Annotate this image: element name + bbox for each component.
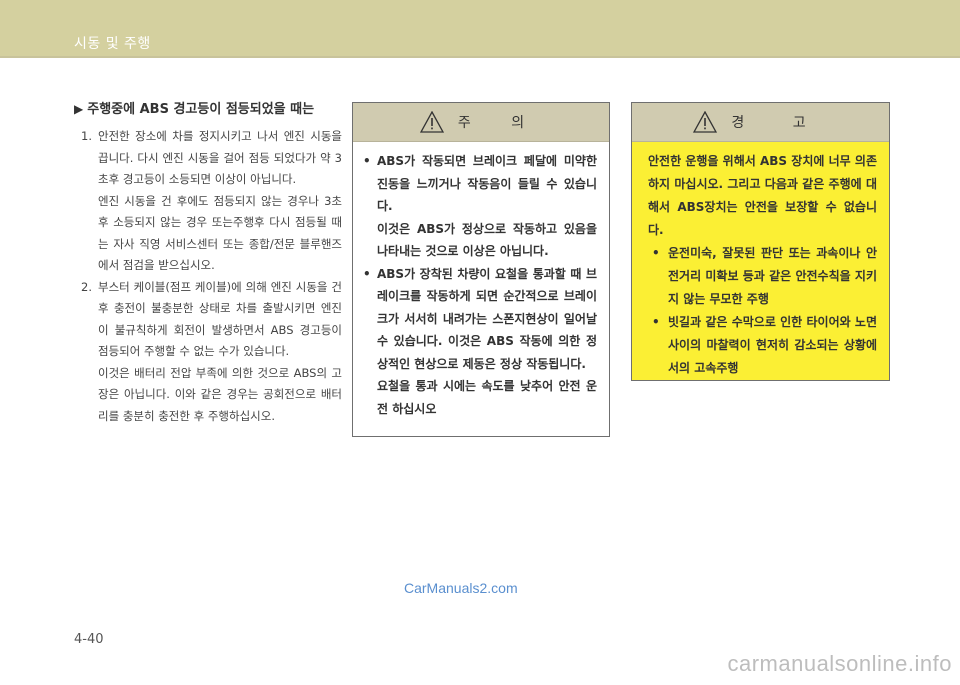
caution-title: 주 의 [457, 115, 543, 131]
warning-title: 경 고 [731, 115, 828, 131]
caution-bullet: • ABS가 장착된 차량이 요철을 통과할 때 브레이크를 작동하게 되면 순… [363, 263, 597, 421]
footer-site-text: carmanualsonline.info [727, 651, 952, 676]
warning-box: 경 고 안전한 운행을 위해서 ABS 장치에 너무 의존하지 마십시오. 그리… [631, 102, 890, 381]
header-divider [0, 56, 960, 58]
abs-section: ▶ 주행중에 ABS 경고등이 점등되었을 때는 1. 안전한 장소에 차를 정지… [74, 99, 342, 427]
section-title: ▶ 주행중에 ABS 경고등이 점등되었을 때는 [74, 102, 315, 117]
warning-bullet: • 운전미숙, 잘못된 판단 또는 과속이나 안전거리 미확보 등과 같은 안전… [648, 242, 877, 311]
bullet-paragraph: ABS가 작동되면 브레이크 페달에 미약한 진동을 느끼거나 작동음이 들릴 … [377, 154, 597, 213]
warning-triangle-icon [419, 111, 444, 133]
bullet-dot: • [363, 154, 371, 168]
bullet-paragraph: 이것은 ABS가 정상으로 작동하고 있음을 나타내는 것으로 이상은 아닙니다… [377, 221, 597, 259]
caution-box: 주 의 • ABS가 작동되면 브레이크 페달에 미약한 진동을 느끼거나 작동… [352, 102, 610, 437]
bullet-dot: • [652, 246, 660, 260]
bullet-text: 운전미숙, 잘못된 판단 또는 과속이나 안전거리 미확보 등과 같은 안전수칙… [668, 246, 877, 306]
bullet-paragraph: 요철을 통과 시에는 속도를 낮추어 안전 운전 하십시오 [377, 379, 597, 416]
bullet-paragraph: ABS가 장착된 차량이 요철을 통과할 때 브레이크를 작동하게 되면 순간적… [377, 266, 597, 371]
triangle-bullet-icon: ▶ [74, 102, 84, 116]
warning-intro: 안전한 운행을 위해서 ABS 장치에 너무 의존하지 마십시오. 그리고 다음… [648, 154, 877, 237]
caution-bullet: • ABS가 작동되면 브레이크 페달에 미약한 진동을 느끼거나 작동음이 들… [363, 150, 597, 263]
warning-bullet: • 빗길과 같은 수막으로 인한 타이어와 노면사이의 마찰력이 현저히 감소되… [648, 311, 877, 380]
caution-header: 주 의 [353, 103, 609, 142]
list-item: 1. 안전한 장소에 차를 정지시키고 나서 엔진 시동을 끕니다. 다시 엔진… [74, 126, 342, 277]
item-number: 2. [81, 279, 92, 294]
item-paragraph: 안전한 장소에 차를 정지시키고 나서 엔진 시동을 끕니다. 다시 엔진 시동… [98, 129, 342, 186]
page-header: 시동 및 주행 [0, 0, 960, 56]
bullet-dot: • [363, 266, 371, 281]
list-item: 2. 부스터 케이블(점프 케이블)에 의해 엔진 시동을 건 후 충전이 불충… [74, 277, 342, 428]
item-paragraph: 부스터 케이블(점프 케이블)에 의해 엔진 시동을 건 후 충전이 불충분한 … [98, 279, 342, 359]
page-number: 4-40 [74, 632, 104, 647]
warning-triangle-icon [693, 111, 718, 133]
item-paragraph: 이것은 배터리 전압 부족에 의한 것으로 ABS의 고장은 아닙니다. 이와 … [98, 365, 342, 423]
bullet-text: 빗길과 같은 수막으로 인한 타이어와 노면사이의 마찰력이 현저히 감소되는 … [668, 315, 877, 375]
chapter-title: 시동 및 주행 [74, 36, 151, 52]
item-paragraph: 엔진 시동을 건 후에도 점등되지 않는 경우나 3초후 소등되지 않는 경우 … [98, 193, 342, 273]
bullet-dot: • [652, 315, 660, 329]
warning-header: 경 고 [632, 103, 889, 142]
watermark-link[interactable]: CarManuals2.com [404, 580, 518, 596]
item-number: 1. [81, 129, 92, 143]
